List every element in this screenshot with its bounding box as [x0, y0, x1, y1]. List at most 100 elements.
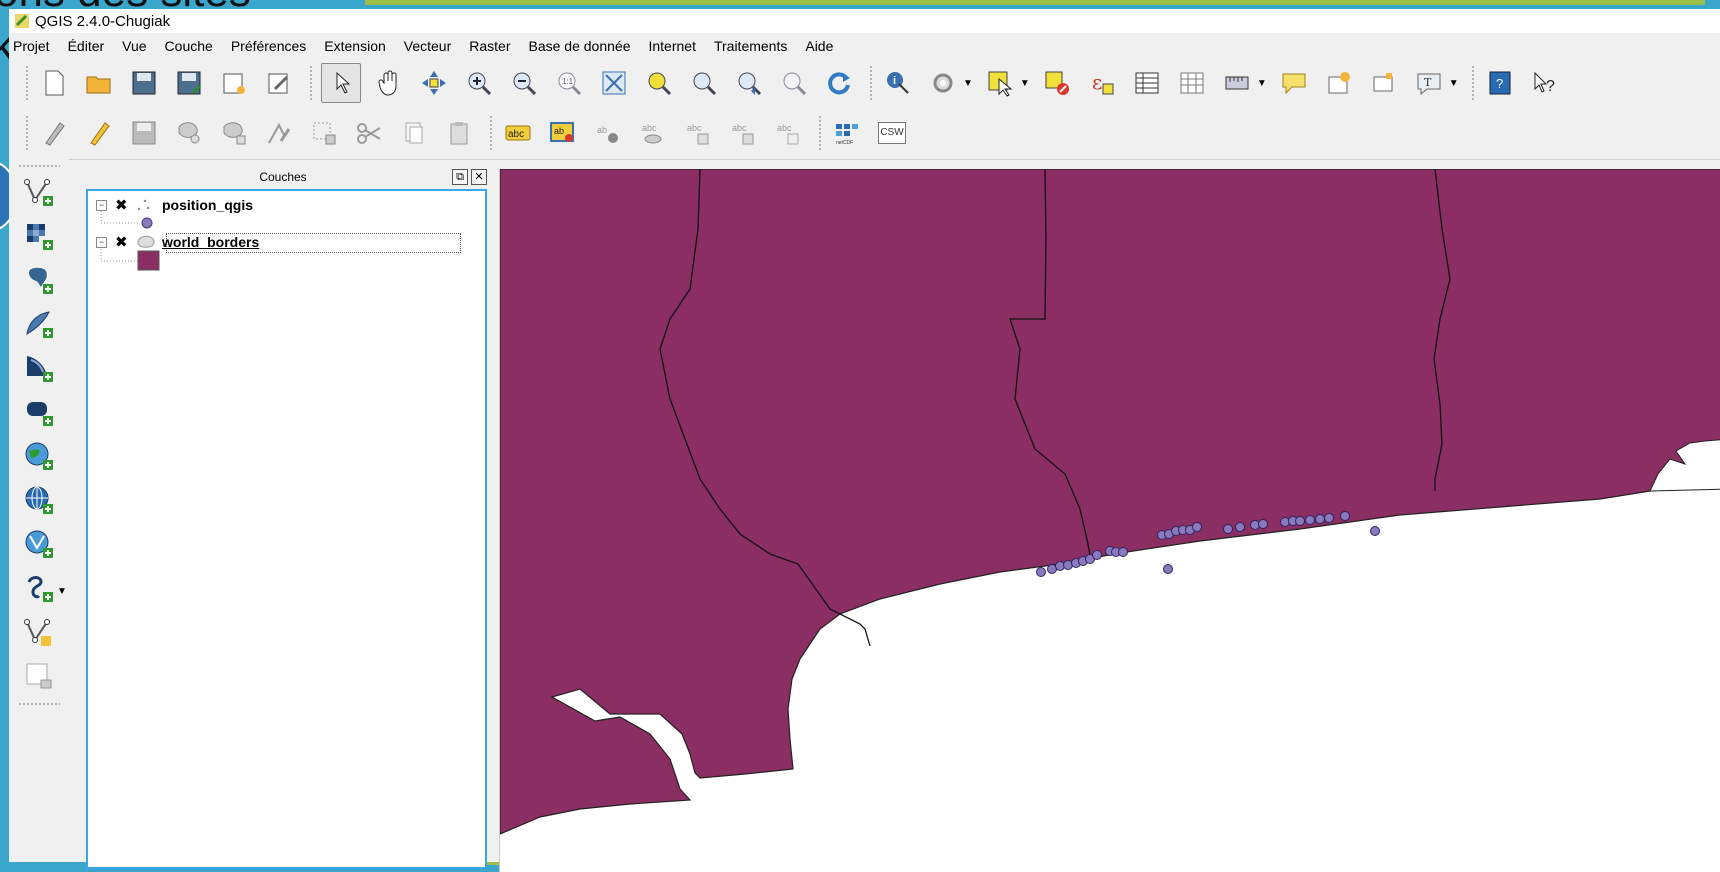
toolbar-grip: [309, 65, 313, 101]
label-tool-icon[interactable]: abc: [501, 116, 535, 150]
add-vector-layer-icon[interactable]: [21, 174, 57, 210]
zoom-in-icon[interactable]: [462, 66, 496, 100]
netcdf-browser-icon[interactable]: netCDF: [830, 116, 864, 150]
run-action-icon[interactable]: [926, 66, 960, 100]
pin-labels-icon[interactable]: ab: [591, 116, 625, 150]
move-label-icon[interactable]: abc: [681, 116, 715, 150]
menu-extension[interactable]: Extension: [324, 38, 385, 54]
add-raster-layer-icon[interactable]: [21, 218, 57, 254]
chevron-down-icon[interactable]: ▼: [1020, 78, 1030, 89]
menu-editer[interactable]: Éditer: [68, 38, 105, 54]
add-wcs-layer-icon[interactable]: [21, 482, 57, 518]
paste-features-icon[interactable]: [442, 116, 476, 150]
measure-line-icon[interactable]: [1220, 66, 1254, 100]
toolbar-grip: [25, 65, 29, 101]
new-print-composer-button[interactable]: [217, 66, 251, 100]
site-point: [1315, 514, 1325, 524]
zoom-next-icon[interactable]: [777, 66, 811, 100]
move-feature-icon[interactable]: [217, 116, 251, 150]
menu-bar: Projet Éditer Vue Couche Préférences Ext…: [9, 33, 1720, 59]
statistics-icon[interactable]: [1175, 66, 1209, 100]
map-tips-icon[interactable]: [1277, 66, 1311, 100]
toolbar-grip: [489, 115, 493, 151]
add-mssql-layer-icon[interactable]: [21, 350, 57, 386]
open-project-button[interactable]: [82, 66, 116, 100]
toggle-editing-icon[interactable]: [82, 116, 116, 150]
svg-text:ab: ab: [597, 125, 607, 135]
add-spatialite-layer-icon[interactable]: [21, 306, 57, 342]
float-panel-icon[interactable]: ⧉: [452, 169, 468, 185]
attribute-table-icon[interactable]: [1130, 66, 1164, 100]
save-project-button[interactable]: [127, 66, 161, 100]
menu-base-de-donnee[interactable]: Base de donnée: [529, 38, 631, 54]
show-bookmarks-icon[interactable]: [1367, 66, 1401, 100]
new-project-button[interactable]: [37, 66, 71, 100]
menu-raster[interactable]: Raster: [469, 38, 510, 54]
save-as-button[interactable]: [172, 66, 206, 100]
chevron-down-icon[interactable]: ▼: [57, 586, 67, 597]
map-canvas[interactable]: [499, 169, 1720, 872]
select-features-icon[interactable]: [983, 66, 1017, 100]
chevron-down-icon[interactable]: ▼: [963, 78, 973, 89]
chevron-down-icon[interactable]: ▼: [1257, 78, 1267, 89]
collapse-icon[interactable]: −: [96, 236, 107, 248]
collapse-icon[interactable]: −: [96, 199, 107, 211]
add-feature-icon[interactable]: [172, 116, 206, 150]
node-tool-icon[interactable]: [262, 116, 296, 150]
pan-to-selection-button[interactable]: [417, 66, 451, 100]
menu-vue[interactable]: Vue: [122, 38, 146, 54]
text-annotation-icon[interactable]: T: [1412, 66, 1446, 100]
identify-features-icon[interactable]: i: [881, 66, 915, 100]
pan-hand-icon[interactable]: [372, 66, 406, 100]
site-point: [1258, 519, 1268, 529]
zoom-to-layer-icon[interactable]: [687, 66, 721, 100]
menu-internet[interactable]: Internet: [648, 38, 695, 54]
zoom-full-icon[interactable]: [597, 66, 631, 100]
field-calculator-icon[interactable]: ε: [1085, 66, 1119, 100]
menu-aide[interactable]: Aide: [805, 38, 833, 54]
layer-visibility-checkbox[interactable]: ✖: [115, 198, 128, 213]
new-shapefile-layer-icon[interactable]: [21, 614, 57, 650]
zoom-native-icon[interactable]: 1:1: [552, 66, 586, 100]
menu-projet[interactable]: Projet: [13, 38, 50, 54]
toolbar-grip: [18, 164, 60, 168]
whats-this-icon[interactable]: ?: [1528, 66, 1562, 100]
pan-select-tool-button[interactable]: [321, 63, 361, 103]
add-wfs-layer-icon[interactable]: [21, 526, 57, 562]
show-hide-labels-icon[interactable]: abc: [636, 116, 670, 150]
refresh-icon[interactable]: [822, 66, 856, 100]
composer-manager-button[interactable]: [262, 66, 296, 100]
zoom-to-selection-icon[interactable]: [642, 66, 676, 100]
highlight-pinned-labels-icon[interactable]: ab: [546, 116, 580, 150]
change-label-icon[interactable]: abc: [771, 116, 805, 150]
site-point: [1295, 516, 1305, 526]
zoom-out-icon[interactable]: [507, 66, 541, 100]
chevron-down-icon[interactable]: ▼: [1449, 78, 1459, 89]
menu-preferences[interactable]: Préférences: [231, 38, 306, 54]
current-edits-icon[interactable]: [37, 116, 71, 150]
add-wms-layer-icon[interactable]: [21, 438, 57, 474]
new-bookmark-icon[interactable]: [1322, 66, 1356, 100]
add-postgis-layer-icon[interactable]: [21, 262, 57, 298]
cut-features-icon[interactable]: [352, 116, 386, 150]
save-layer-edits-icon[interactable]: [127, 116, 161, 150]
map-view[interactable]: [500, 169, 1720, 872]
layer-row[interactable]: − ✖ world_borders: [96, 234, 259, 250]
delete-selected-icon[interactable]: [307, 116, 341, 150]
csw-button[interactable]: CSW: [875, 116, 909, 150]
add-oracle-layer-icon[interactable]: [21, 394, 57, 430]
close-icon[interactable]: ✕: [471, 169, 487, 185]
menu-traitements[interactable]: Traitements: [714, 38, 787, 54]
zoom-last-icon[interactable]: [732, 66, 766, 100]
help-contents-icon[interactable]: ?: [1483, 66, 1517, 100]
layer-visibility-checkbox[interactable]: ✖: [115, 235, 128, 250]
menu-vecteur[interactable]: Vecteur: [404, 38, 451, 54]
layer-name[interactable]: position_qgis: [162, 197, 253, 213]
copy-features-icon[interactable]: [397, 116, 431, 150]
deselect-features-icon[interactable]: [1040, 66, 1074, 100]
add-delimited-text-layer-icon[interactable]: [21, 570, 57, 606]
layer-name[interactable]: world_borders: [162, 234, 259, 250]
rotate-label-icon[interactable]: abc: [726, 116, 760, 150]
remove-layer-icon[interactable]: [21, 658, 57, 694]
menu-couche[interactable]: Couche: [165, 38, 213, 54]
